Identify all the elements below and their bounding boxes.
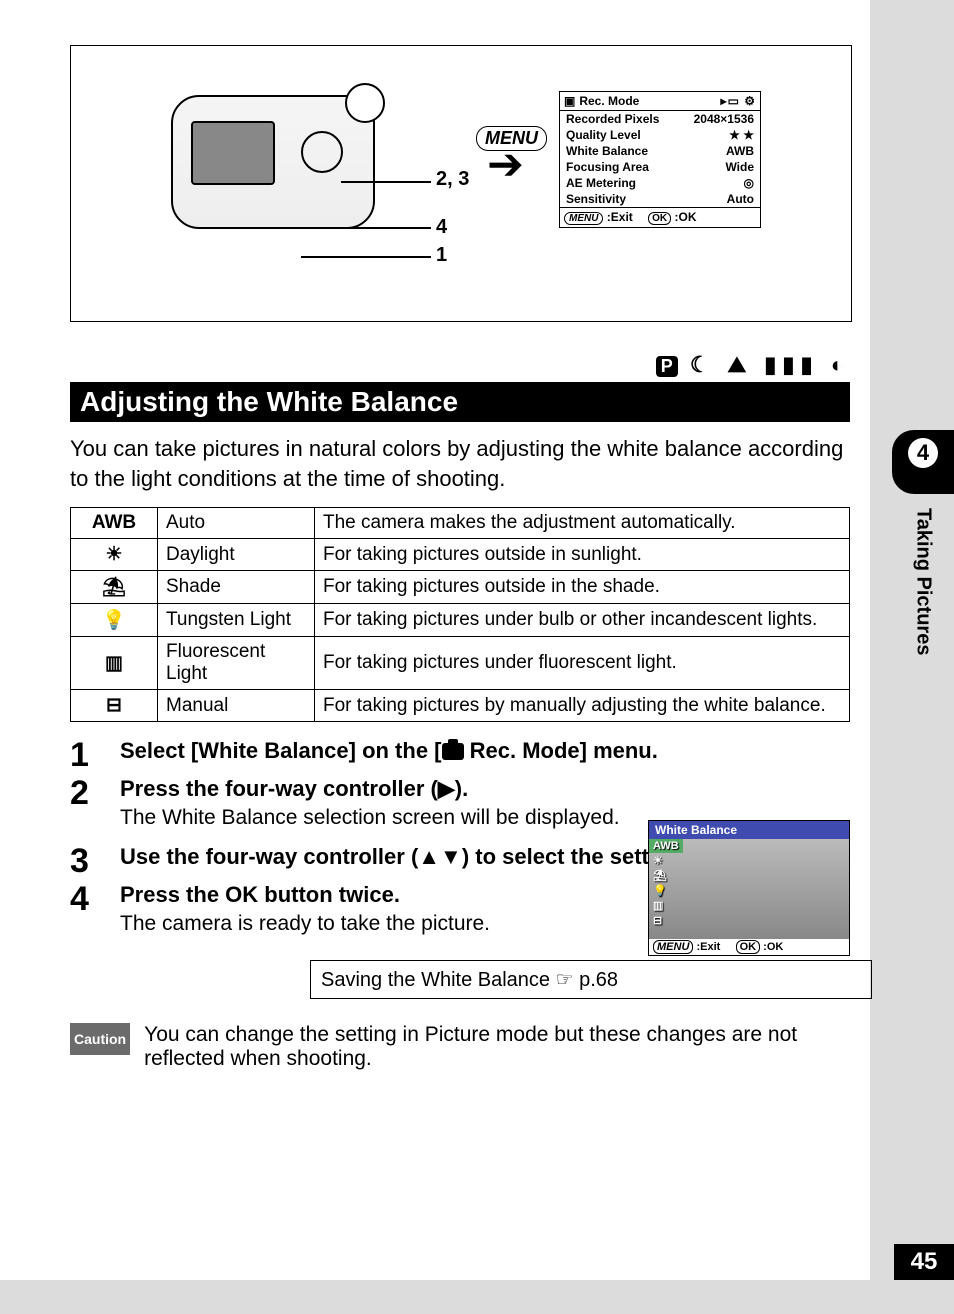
chapter-tab: 4 Taking Pictures [892,430,954,655]
wb-option: ▥ [649,898,683,913]
caution-badge: Caution [70,1023,130,1055]
tab-icons: ▸▭ ⚙ [721,94,756,108]
table-row: ☀DaylightFor taking pictures outside in … [71,539,850,571]
table-row: 💡Tungsten LightFor taking pictures under… [71,604,850,637]
arrow-icon: ➔ [487,154,524,176]
mode-icons-row: P ☾ ⛰ ▮▮▮ ◐ [70,352,850,378]
rec-row: White BalanceAWB [560,143,760,159]
exit-label: Exit [700,941,720,953]
saving-reference: Saving the White Balance ☞ p.68 [310,960,872,999]
wb-preview-screen: White Balance AWB☀⛱💡▥⊟ MENU :Exit OK :OK [648,820,850,956]
lead-line [301,256,431,258]
rec-mode-panel: ▣ Rec. Mode ▸▭ ⚙ Recorded Pixels2048×153… [559,91,761,228]
rec-row: SensitivityAuto [560,191,760,207]
manual-page: 2, 3 4 1 MENU ➔ ▣ Rec. Mode ▸▭ ⚙ Recorde… [0,0,870,1280]
callout-2-3: 2, 3 [436,168,469,191]
ok-badge: OK [736,940,761,954]
menu-badge: MENU [653,940,693,954]
wb-option: ☀ [649,853,683,868]
step: 1Select [White Balance] on the [ Rec. Mo… [70,738,850,772]
wb-preview-title: White Balance [649,821,849,839]
white-balance-table: AWBAutoThe camera makes the adjustment a… [70,507,850,722]
rec-row: Recorded Pixels2048×1536 [560,111,760,127]
table-row: ⊟ManualFor taking pictures by manually a… [71,690,850,722]
lead-line [341,181,431,183]
camera-icon: ▣ [564,94,575,108]
callout-4: 4 [436,216,447,239]
rec-row: AE Metering◎ [560,175,760,191]
intro-text: You can take pictures in natural colors … [70,434,850,493]
ok-label: OK [767,941,784,953]
rec-row: Focusing AreaWide [560,159,760,175]
wb-option: ⛱ [649,868,683,883]
ok-badge: OK [648,212,671,225]
top-diagram: 2, 3 4 1 MENU ➔ ▣ Rec. Mode ▸▭ ⚙ Recorde… [70,45,852,322]
lead-line [341,227,431,229]
callout-1: 1 [436,244,447,267]
camera-icon [442,743,464,760]
page-number: 45 [894,1244,954,1280]
section-title: Adjusting the White Balance [70,382,850,422]
rec-row: Quality Level★ ★ [560,127,760,143]
chapter-title: Taking Pictures [912,508,935,655]
caution-note: Caution You can change the setting in Pi… [70,1023,850,1071]
caution-text: You can change the setting in Picture mo… [144,1023,850,1071]
wb-option: AWB [649,839,683,853]
exit-label: Exit [611,210,633,224]
chapter-number: 4 [908,438,938,468]
menu-badge: MENU [564,212,603,225]
rec-mode-title: Rec. Mode [579,94,639,108]
camera-illustration [171,81,381,231]
table-row: ⛱ShadeFor taking pictures outside in the… [71,571,850,604]
table-row: ▥Fluorescent LightFor taking pictures un… [71,637,850,690]
table-row: AWBAutoThe camera makes the adjustment a… [71,508,850,539]
wb-option: ⊟ [649,913,683,928]
wb-option: 💡 [649,883,683,898]
ok-label: OK [679,210,697,224]
program-mode-icon: P [656,356,678,377]
